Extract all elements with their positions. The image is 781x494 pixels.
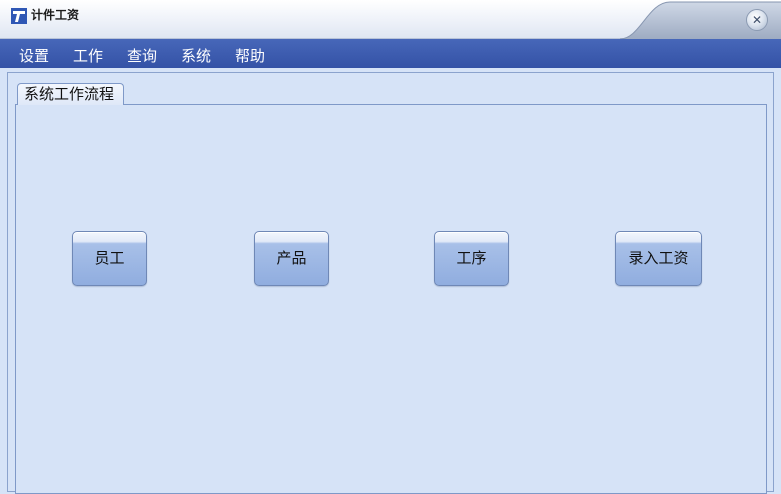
employee-button[interactable]: 员工 xyxy=(72,231,147,286)
tab-system-workflow[interactable]: 系统工作流程 xyxy=(17,83,124,105)
menu-query[interactable]: 查询 xyxy=(127,45,157,66)
window-title: 计件工资 xyxy=(31,8,80,22)
menu-work[interactable]: 工作 xyxy=(73,45,103,66)
close-icon: ✕ xyxy=(751,13,763,27)
menu-settings[interactable]: 设置 xyxy=(19,45,49,66)
process-button[interactable]: 工序 xyxy=(434,231,509,286)
enter-wages-button[interactable]: 录入工资 xyxy=(615,231,702,286)
product-button[interactable]: 产品 xyxy=(254,231,329,286)
menu-help[interactable]: 帮助 xyxy=(235,45,265,66)
workflow-tab-page xyxy=(15,104,767,494)
close-button[interactable]: ✕ xyxy=(746,9,768,31)
app-logo-icon xyxy=(11,8,27,24)
menu-bar: 设置 工作 查询 系统 帮助 xyxy=(0,39,781,68)
menu-system[interactable]: 系统 xyxy=(181,45,211,66)
title-bar[interactable]: 计件工资 ✕ xyxy=(0,0,781,39)
